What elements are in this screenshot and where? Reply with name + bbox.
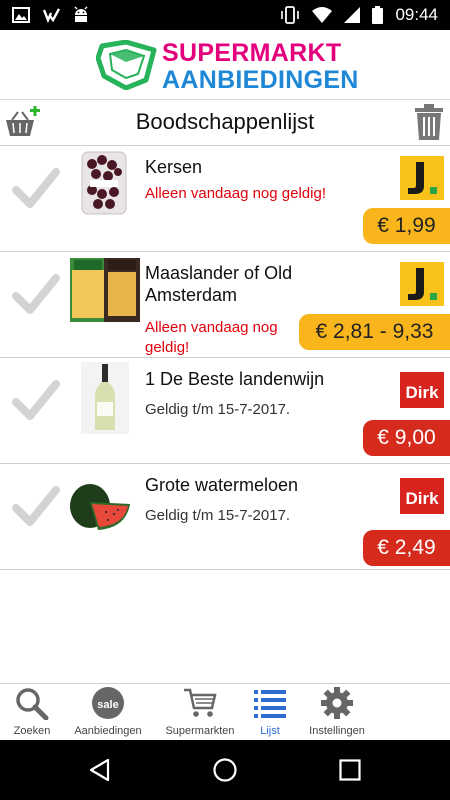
nav-item-zoeken[interactable]: Zoeken xyxy=(8,686,56,737)
shopping-list: Kersen Alleen vandaag nog geldig! € 1,99 xyxy=(0,146,450,570)
product-validity: Geldig t/m 15-7-2017. xyxy=(145,507,291,524)
image-icon xyxy=(12,7,30,23)
price-tag: € 9,00 xyxy=(363,420,450,456)
recent-apps-icon[interactable] xyxy=(338,758,362,782)
list-item[interactable]: Grote watermeloen Geldig t/m 15-7-2017. … xyxy=(0,464,450,570)
page-title: Boodschappenlijst xyxy=(135,109,315,134)
list-icon xyxy=(254,690,286,718)
vibrate-icon xyxy=(281,6,300,24)
dirk-logo-text: Dirk xyxy=(405,383,439,402)
sale-badge-text: sale xyxy=(97,699,118,711)
status-time: 09:44 xyxy=(395,5,438,24)
wifi-icon xyxy=(312,7,333,23)
product-name: 1 De Beste landenwijn xyxy=(145,369,325,389)
list-item[interactable]: Maaslander of Old Amsterdam Alleen vanda… xyxy=(0,252,450,358)
status-bar: 09:44 xyxy=(0,0,450,30)
product-name: Maaslander of Old Amsterdam xyxy=(145,263,293,305)
gear-icon xyxy=(321,687,353,719)
nav-label: Aanbiedingen xyxy=(74,725,142,737)
dirk-logo-text: Dirk xyxy=(405,489,439,508)
nav-label: Instellingen xyxy=(309,725,365,737)
list-item[interactable]: Kersen Alleen vandaag nog geldig! € 1,99 xyxy=(0,146,450,252)
price-tag: € 1,99 xyxy=(363,208,450,244)
home-icon[interactable] xyxy=(212,757,238,783)
product-image-cheese xyxy=(70,258,140,322)
trash-icon[interactable] xyxy=(414,104,444,140)
product-name: Kersen xyxy=(145,157,203,177)
nav-item-lijst[interactable]: Lijst xyxy=(246,686,294,737)
nav-item-supermarkten[interactable]: Supermarkten xyxy=(158,686,242,737)
price-tag: € 2,81 - 9,33 xyxy=(299,314,450,350)
product-validity: Alleen vandaag nog geldig! xyxy=(145,185,326,202)
sale-tag-icon: sale xyxy=(92,687,124,719)
jumbo-logo-icon xyxy=(400,262,444,306)
system-navigation-bar xyxy=(0,740,450,800)
dirk-logo-icon: Dirk xyxy=(400,474,444,518)
price-tag: € 2,49 xyxy=(363,530,450,566)
product-image-cherries xyxy=(81,151,127,215)
dirk-logo-icon: Dirk xyxy=(400,368,444,412)
nav-label: Zoeken xyxy=(13,725,51,737)
jumbo-logo-icon xyxy=(400,156,444,200)
app-logo-icon xyxy=(96,40,157,90)
back-icon[interactable] xyxy=(88,758,112,782)
product-image-watermelon xyxy=(70,484,130,530)
check-icon[interactable] xyxy=(12,272,60,316)
android-icon xyxy=(74,6,88,22)
check-icon[interactable] xyxy=(12,378,60,422)
product-image-wine xyxy=(81,362,129,434)
check-icon[interactable] xyxy=(12,484,60,528)
product-validity: Geldig t/m 15-7-2017. xyxy=(145,401,291,418)
search-icon xyxy=(16,688,49,721)
product-name: Grote watermeloen xyxy=(145,475,299,495)
logo-text-supermarkt: SUPERMARKT xyxy=(162,39,342,67)
cart-icon xyxy=(184,688,217,717)
nav-item-aanbiedingen[interactable]: sale Aanbiedingen xyxy=(66,686,150,737)
screen: 09:44 SUPERMARKT AANBIEDINGEN Boodschapp… xyxy=(0,0,450,800)
nav-label: Supermarkten xyxy=(165,725,235,737)
check-icon[interactable] xyxy=(12,166,60,210)
list-item[interactable]: 1 De Beste landenwijn Geldig t/m 15-7-20… xyxy=(0,358,450,464)
app-header: SUPERMARKT AANBIEDINGEN xyxy=(0,30,450,100)
title-bar: Boodschappenlijst xyxy=(0,100,450,146)
nav-item-instellingen[interactable]: Instellingen xyxy=(302,686,372,737)
battery-icon xyxy=(372,6,384,24)
product-validity: Alleen vandaag nog geldig! xyxy=(145,319,278,356)
signal-icon xyxy=(344,7,361,23)
download-check-icon xyxy=(42,8,60,24)
bottom-navigation: Zoeken sale Aanbiedingen Supermarkten Li… xyxy=(0,683,450,740)
logo-text-aanbiedingen: AANBIEDINGEN xyxy=(162,66,359,94)
nav-label: Lijst xyxy=(260,725,280,737)
